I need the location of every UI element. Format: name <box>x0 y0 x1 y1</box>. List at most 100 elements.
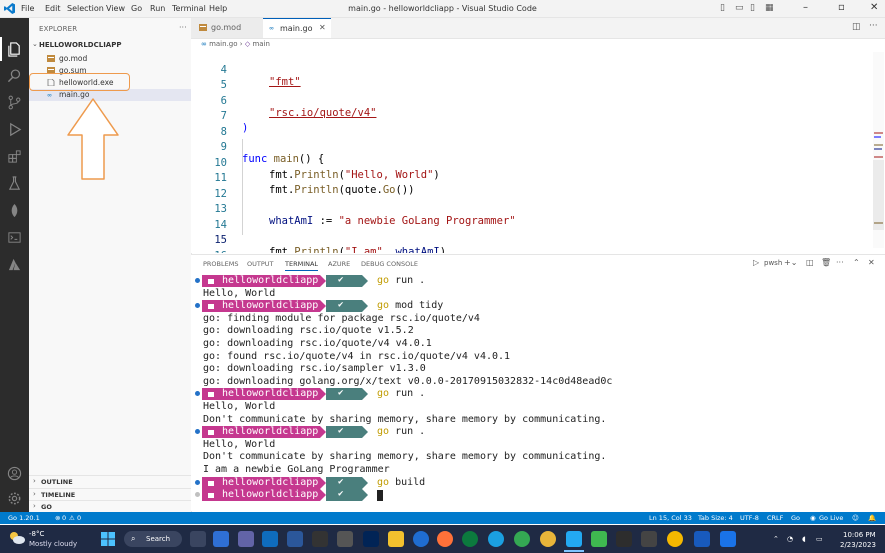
maximize-icon[interactable]: ▫ <box>838 2 845 13</box>
outlook-icon[interactable] <box>262 531 278 547</box>
search-icon[interactable] <box>0 64 29 86</box>
accounts-icon[interactable] <box>0 462 29 484</box>
error-count[interactable]: 0 <box>62 514 66 522</box>
weather-desc[interactable]: Mostly cloudy <box>29 540 77 548</box>
run-debug-icon[interactable] <box>0 118 29 140</box>
error-icon[interactable]: ⊗ <box>55 514 60 522</box>
folder-row[interactable]: ⌄ HELLOWORLDCLIAPP <box>29 40 191 52</box>
tab-main-go[interactable]: ∞ main.go ✕ <box>263 18 331 38</box>
warning-icon[interactable]: ⚠ <box>69 514 75 522</box>
manage-gear-icon[interactable] <box>0 487 29 509</box>
chrome-icon[interactable] <box>514 531 530 547</box>
network-icon[interactable]: ◔ <box>787 535 793 543</box>
cursor-position[interactable]: Ln 15, Col 33 <box>649 514 692 522</box>
command-status-dot[interactable] <box>195 429 200 435</box>
explorer-icon[interactable] <box>0 38 29 60</box>
edge-dev-icon[interactable] <box>462 531 478 547</box>
tab-size[interactable]: Tab Size: 4 <box>698 514 733 522</box>
code-editor[interactable]: 4 "fmt" 5 6 "rsc.io/quote/v4" 7 ) 8 9 fu… <box>191 50 885 253</box>
tab-debug-console[interactable]: DEBUG CONSOLE <box>361 260 418 268</box>
split-editor-icon[interactable]: ◫ <box>852 22 861 32</box>
breadcrumb-symbol[interactable]: main <box>252 40 270 48</box>
command-status-dot[interactable] <box>195 492 200 498</box>
command-status-dot[interactable] <box>195 391 200 397</box>
weather-temp[interactable]: -8°C <box>29 530 44 538</box>
app-icon[interactable] <box>616 531 632 547</box>
go-version[interactable]: Go 1.20.1 <box>8 514 40 522</box>
windows-start-icon[interactable] <box>101 532 115 546</box>
tab-terminal[interactable]: TERMINAL <box>285 260 319 271</box>
tab-problems[interactable]: PROBLEMS <box>203 260 238 268</box>
breadcrumb-path[interactable]: ∞ main.go › ◇ main <box>201 40 270 48</box>
trash-icon[interactable]: 🗑 <box>821 258 831 267</box>
command-status-dot[interactable] <box>195 479 200 485</box>
terminal-shell-icon[interactable]: ▷ <box>753 258 759 267</box>
outline-section[interactable]: › OUTLINE <box>29 475 191 488</box>
clock-date[interactable]: 2/23/2023 <box>840 541 876 549</box>
warning-count[interactable]: 0 <box>77 514 81 522</box>
line-ending[interactable]: CRLF <box>767 514 783 522</box>
go-live-button[interactable]: Go Live <box>819 514 843 522</box>
testing-flask-icon[interactable] <box>0 172 29 194</box>
close-tab-icon[interactable]: ✕ <box>319 23 326 32</box>
teams-icon[interactable] <box>238 531 254 547</box>
azure-icon[interactable] <box>0 253 29 275</box>
split-terminal-icon[interactable]: ◫ <box>806 258 814 267</box>
terminal[interactable]: helloworldcliapp ✔ go run . Hello, World hel… <box>191 273 885 511</box>
close-window-icon[interactable]: ✕ <box>870 2 878 13</box>
language-mode[interactable]: Go <box>791 514 800 522</box>
vscode-insiders-icon[interactable] <box>591 531 607 547</box>
breadcrumb-file[interactable]: main.go <box>209 40 237 48</box>
chevron-up-icon[interactable]: ⌃ <box>853 258 860 267</box>
taskbar-search[interactable]: ⌕ Search <box>124 531 182 547</box>
feedback-icon[interactable]: ☺ <box>852 514 859 522</box>
layout-secondary-icon[interactable]: ▯ <box>750 3 755 13</box>
battery-icon[interactable]: ▭ <box>816 535 823 543</box>
customize-layout-icon[interactable]: ▦ <box>765 3 774 13</box>
layout-sidebar-icon[interactable]: ▯ <box>720 3 725 13</box>
clock-time[interactable]: 10:06 PM <box>843 531 876 539</box>
shell-name[interactable]: pwsh <box>764 259 782 267</box>
terminal-app-icon[interactable] <box>312 531 328 547</box>
volume-icon[interactable]: ◖ <box>802 535 806 543</box>
minimize-icon[interactable]: – <box>803 2 808 13</box>
remote-explorer-icon[interactable] <box>0 226 29 248</box>
tab-output[interactable]: OUTPUT <box>247 260 274 268</box>
tab-go-mod[interactable]: go.mod <box>191 18 264 38</box>
widgets-icon[interactable] <box>213 531 229 547</box>
chrome-canary-icon[interactable] <box>540 531 556 547</box>
task-view-icon[interactable] <box>190 531 206 547</box>
app-icon[interactable] <box>720 531 736 547</box>
new-terminal-plus-icon[interactable]: +⌄ <box>784 258 797 267</box>
notifications-bell-icon[interactable]: 🔔 <box>868 514 876 522</box>
tray-chevron-up-icon[interactable]: ⌃ <box>773 535 779 543</box>
extensions-icon[interactable] <box>0 145 29 167</box>
more-actions-icon[interactable]: ··· <box>179 23 187 32</box>
more-actions-icon[interactable]: ··· <box>869 21 878 31</box>
code-line: 4 "fmt" <box>191 52 885 88</box>
app-icon[interactable] <box>287 531 303 547</box>
app-icon[interactable] <box>641 531 657 547</box>
source-control-icon[interactable] <box>0 91 29 113</box>
minimap[interactable] <box>873 52 884 248</box>
app-icon[interactable] <box>337 531 353 547</box>
word-icon[interactable] <box>694 531 710 547</box>
layout-panel-icon[interactable]: ▭ <box>735 3 744 13</box>
command-status-dot[interactable] <box>195 303 200 309</box>
encoding[interactable]: UTF-8 <box>740 514 759 522</box>
edge-icon[interactable] <box>488 531 504 547</box>
weather-cloud-icon[interactable] <box>8 530 26 546</box>
firefox-dev-icon[interactable] <box>413 531 429 547</box>
powershell-icon[interactable] <box>363 531 379 547</box>
command-status-dot[interactable] <box>195 278 200 283</box>
prompt-status-segment: ✔ <box>326 388 362 401</box>
app-icon[interactable] <box>667 531 683 547</box>
vscode-taskbar-icon[interactable] <box>566 531 582 547</box>
close-panel-icon[interactable]: ✕ <box>868 258 875 267</box>
more-actions-icon[interactable]: ··· <box>836 258 844 267</box>
file-item-go-mod[interactable]: go.mod <box>29 53 191 65</box>
tab-azure[interactable]: AZURE <box>328 260 350 268</box>
firefox-icon[interactable] <box>437 531 453 547</box>
file-explorer-icon[interactable] <box>388 531 404 547</box>
mongodb-leaf-icon[interactable] <box>0 199 29 221</box>
